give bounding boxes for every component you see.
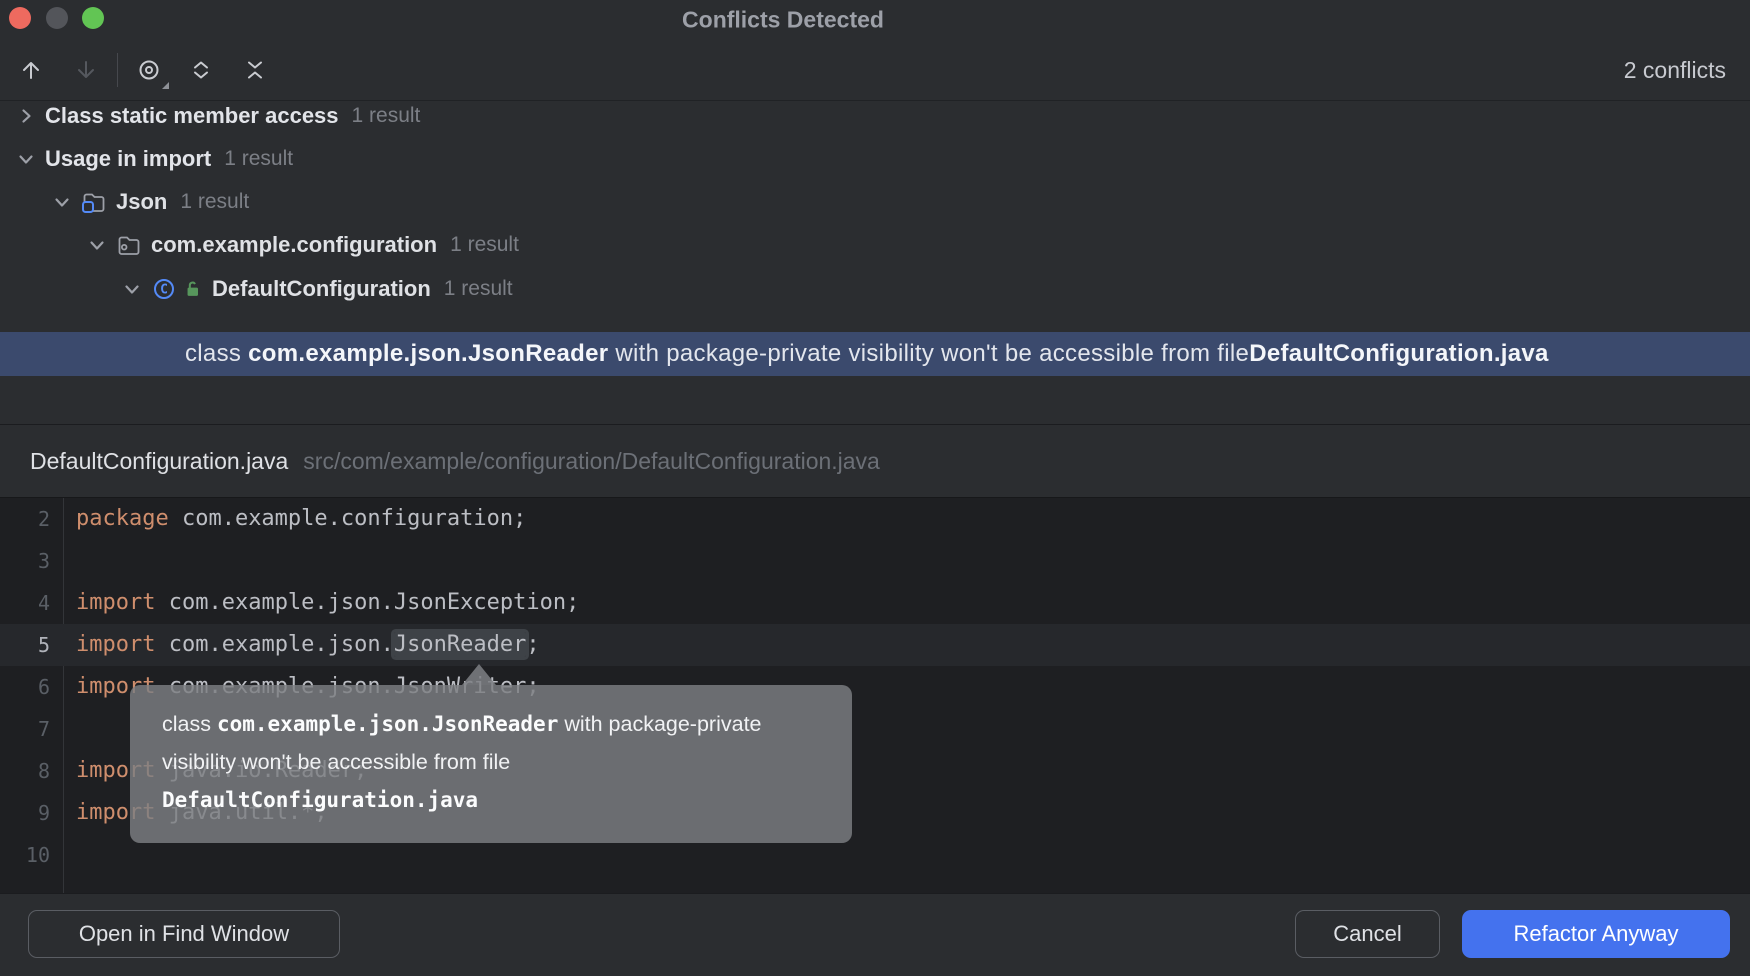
line-number: 5 bbox=[0, 624, 50, 666]
code-token: ; bbox=[526, 632, 539, 657]
tree-group-label: Usage in import bbox=[45, 146, 211, 172]
tree-module-label: Json bbox=[116, 189, 167, 215]
conflict-tooltip: class com.example.json.JsonReader with p… bbox=[130, 685, 852, 843]
keyword-token: package bbox=[76, 506, 169, 531]
conflict-text-middle: with package-private visibility won't be… bbox=[608, 340, 1249, 367]
previous-occurrence-button[interactable] bbox=[15, 54, 47, 86]
collapse-all-button[interactable] bbox=[239, 54, 271, 86]
chevron-down-icon[interactable] bbox=[52, 192, 72, 212]
tooltip-text-suffix: with package-private bbox=[558, 712, 761, 736]
up-arrow-icon bbox=[18, 57, 44, 83]
line-number: 9 bbox=[0, 792, 50, 834]
tooltip-text-line2: visibility won't be accessible from file bbox=[162, 743, 820, 781]
down-arrow-icon bbox=[73, 57, 99, 83]
green-lock-icon bbox=[183, 279, 203, 299]
next-occurrence-button[interactable] bbox=[70, 54, 102, 86]
tree-row-usage-in-import[interactable]: Usage in import 1 result bbox=[0, 138, 1750, 180]
tree-package-count: 1 result bbox=[450, 233, 519, 257]
line-number: 3 bbox=[0, 540, 50, 582]
class-icon: C bbox=[151, 276, 177, 302]
line-number: 7 bbox=[0, 708, 50, 750]
conflict-class-name: com.example.json.JsonReader bbox=[248, 340, 608, 367]
module-folder-icon bbox=[81, 189, 107, 215]
open-in-find-window-button[interactable]: Open in Find Window bbox=[28, 910, 340, 958]
tooltip-class-name: com.example.json.JsonReader bbox=[217, 712, 558, 736]
file-name: DefaultConfiguration.java bbox=[30, 448, 288, 475]
tree-group-label: Class static member access bbox=[45, 103, 339, 129]
tree-row-class-static-member-access[interactable]: Class static member access 1 result bbox=[0, 95, 1750, 137]
zoom-button[interactable] bbox=[82, 7, 104, 29]
tree-row-class[interactable]: C DefaultConfiguration 1 result bbox=[0, 268, 1750, 310]
code-token: com.example.json.JsonException; bbox=[155, 590, 579, 615]
code-line-2: 2 package com.example.configuration; bbox=[0, 498, 1750, 540]
conflicts-count: 2 conflicts bbox=[1624, 40, 1726, 100]
line-number: 2 bbox=[0, 498, 50, 540]
line-number: 8 bbox=[0, 750, 50, 792]
tree-class-label: DefaultConfiguration bbox=[212, 276, 431, 302]
refactor-anyway-button[interactable]: Refactor Anyway bbox=[1462, 910, 1730, 958]
line-number: 6 bbox=[0, 666, 50, 708]
dropdown-wedge-icon bbox=[162, 82, 169, 89]
highlighted-usage-json-reader: JsonReader bbox=[394, 632, 526, 657]
chevron-down-icon[interactable] bbox=[122, 279, 142, 299]
chevron-down-icon[interactable] bbox=[16, 149, 36, 169]
expand-all-button[interactable] bbox=[185, 54, 217, 86]
collapse-all-icon bbox=[242, 57, 268, 83]
tooltip-text-prefix: class bbox=[162, 712, 217, 736]
code-line-5-current: 5 import com.example.json.JsonReader; bbox=[0, 624, 1750, 666]
line-number: 10 bbox=[0, 834, 50, 876]
code-line-3: 3 bbox=[0, 540, 1750, 582]
chevron-right-icon[interactable] bbox=[16, 106, 36, 126]
minimize-button[interactable] bbox=[46, 7, 68, 29]
tooltip-arrow bbox=[462, 664, 496, 685]
code-preview-editor: 2 package com.example.configuration; 3 4… bbox=[0, 497, 1750, 894]
code-token: com.example.configuration; bbox=[169, 506, 527, 531]
toolbar: 2 conflicts bbox=[0, 40, 1750, 101]
svg-text:C: C bbox=[160, 283, 168, 298]
window-title: Conflicts Detected bbox=[682, 7, 884, 34]
tree-row-module-json[interactable]: Json 1 result bbox=[0, 181, 1750, 223]
expand-all-icon bbox=[188, 57, 214, 83]
keyword-token: import bbox=[76, 632, 155, 657]
close-button[interactable] bbox=[9, 7, 31, 29]
tree-group-count: 1 result bbox=[352, 104, 421, 128]
preview-usages-button[interactable] bbox=[133, 54, 165, 86]
cancel-button[interactable]: Cancel bbox=[1295, 910, 1440, 958]
tooltip-file-name: DefaultConfiguration.java bbox=[162, 788, 478, 812]
preview-usages-icon bbox=[136, 57, 162, 83]
tree-package-label: com.example.configuration bbox=[151, 232, 437, 258]
code-token: com.example.json. bbox=[155, 632, 393, 657]
keyword-token: import bbox=[76, 590, 155, 615]
conflict-file-name: DefaultConfiguration.java bbox=[1249, 340, 1549, 367]
conflicts-detected-dialog: Conflicts Detected 2 conflicts Class sta… bbox=[0, 0, 1750, 976]
tree-group-count: 1 result bbox=[224, 147, 293, 171]
chevron-down-icon[interactable] bbox=[87, 235, 107, 255]
footer-bar: Open in Find Window Cancel Refactor Anyw… bbox=[0, 893, 1750, 976]
code-line-4: 4 import com.example.json.JsonException; bbox=[0, 582, 1750, 624]
tree-row-package[interactable]: com.example.configuration 1 result bbox=[0, 224, 1750, 266]
tree-module-count: 1 result bbox=[180, 190, 249, 214]
conflict-text-prefix: class bbox=[185, 340, 248, 367]
toolbar-separator bbox=[117, 53, 118, 87]
selected-conflict-row[interactable]: class com.example.json.JsonReader with p… bbox=[0, 332, 1750, 376]
preview-file-header: DefaultConfiguration.java src/com/exampl… bbox=[0, 425, 1750, 497]
titlebar: Conflicts Detected bbox=[0, 0, 1750, 40]
line-number: 4 bbox=[0, 582, 50, 624]
file-path: src/com/example/configuration/DefaultCon… bbox=[303, 448, 880, 475]
package-icon bbox=[116, 232, 142, 258]
tree-class-count: 1 result bbox=[444, 277, 513, 301]
